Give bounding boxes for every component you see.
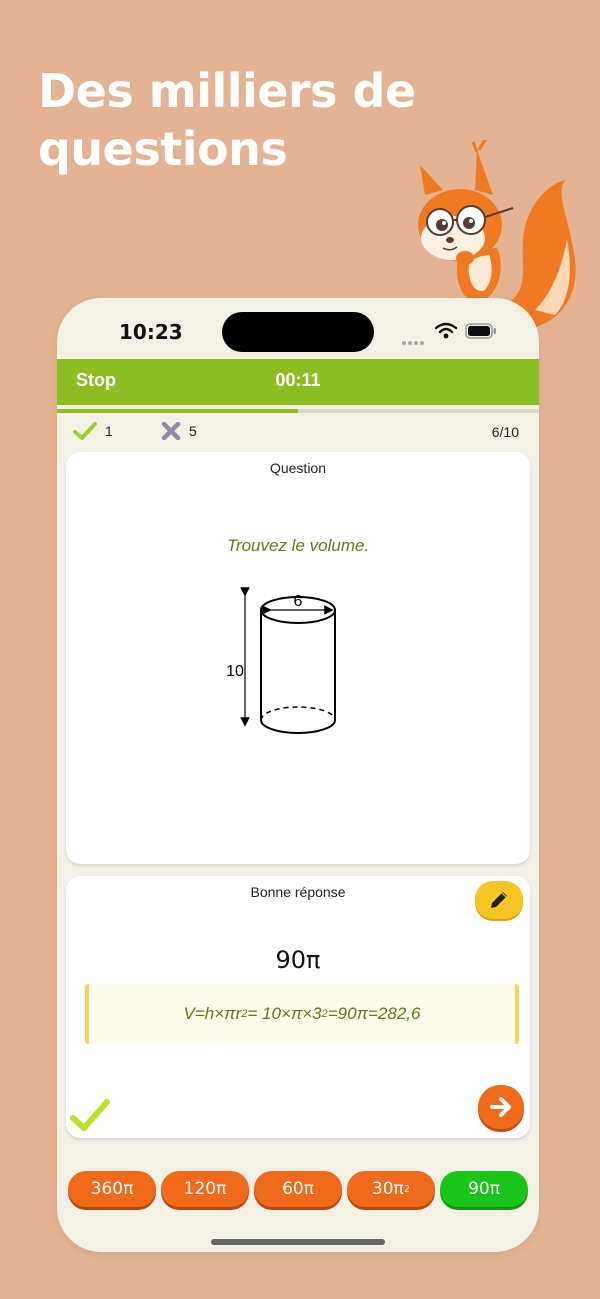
choice-exponent: 2 bbox=[403, 1183, 411, 1195]
phone-screen: 10:23 Stop 00:11 1 5 6/10 Question Trouv… bbox=[57, 298, 539, 1252]
headline-line-2: questions bbox=[38, 122, 288, 176]
correct-answer: 90π bbox=[275, 946, 321, 974]
height-label: 10 bbox=[226, 663, 244, 680]
question-prompt: Trouvez le volume. bbox=[226, 536, 370, 555]
choice-label: 90π bbox=[468, 1179, 500, 1199]
solution-formula: V=h×πr 2 = 10×π×3 2 =90π=282,6 bbox=[85, 984, 519, 1044]
home-indicator[interactable] bbox=[211, 1239, 385, 1245]
wrong-score: 5 bbox=[161, 422, 197, 440]
choice-button[interactable]: 60π bbox=[254, 1171, 342, 1207]
progress-fill bbox=[57, 409, 298, 413]
answer-choices: 360π 120π 60π 30π 2 90π bbox=[67, 1171, 531, 1207]
correct-score: 1 bbox=[73, 422, 113, 440]
progress-bar bbox=[57, 409, 539, 413]
edit-button[interactable] bbox=[475, 881, 523, 919]
arrow-right-icon bbox=[490, 1097, 511, 1117]
choice-button-correct[interactable]: 90π bbox=[440, 1171, 528, 1207]
check-icon bbox=[73, 422, 97, 440]
correct-count: 1 bbox=[105, 423, 113, 439]
choice-label: 60π bbox=[282, 1179, 314, 1199]
score-row: 1 5 6/10 bbox=[57, 418, 539, 448]
next-button[interactable] bbox=[478, 1085, 524, 1129]
signal-icon bbox=[402, 330, 430, 345]
cylinder-figure: 6 10 bbox=[226, 587, 336, 734]
answer-title: Bonne réponse bbox=[250, 884, 346, 900]
headline-line-1: Des milliers de bbox=[38, 64, 416, 118]
pencil-icon bbox=[491, 892, 507, 908]
dynamic-island bbox=[222, 312, 374, 352]
choice-label: 30π bbox=[371, 1179, 404, 1199]
diameter-label: 6 bbox=[294, 593, 303, 610]
wifi-icon bbox=[435, 322, 457, 339]
formula-part-1: V=h×πr bbox=[183, 1004, 242, 1023]
choice-button[interactable]: 30π 2 bbox=[347, 1171, 435, 1207]
headline: Des milliers de questions bbox=[38, 62, 458, 178]
check-icon bbox=[70, 1099, 110, 1131]
quiz-header: Stop 00:11 bbox=[57, 359, 539, 405]
cross-icon bbox=[161, 422, 181, 440]
choice-label: 120π bbox=[183, 1179, 227, 1199]
choice-button[interactable]: 120π bbox=[161, 1171, 249, 1207]
status-time: 10:23 bbox=[119, 320, 183, 344]
question-counter: 6/10 bbox=[491, 424, 519, 440]
question-title: Question bbox=[269, 460, 327, 476]
wrong-count: 5 bbox=[189, 423, 197, 439]
choice-button[interactable]: 360π bbox=[68, 1171, 156, 1207]
formula-part-3: =90π=282,6 bbox=[327, 1004, 421, 1023]
choice-label: 360π bbox=[90, 1179, 134, 1199]
timer: 00:11 bbox=[275, 370, 321, 390]
formula-part-2: = 10×π×3 bbox=[247, 1004, 322, 1023]
battery-icon bbox=[465, 323, 496, 339]
answer-card: Bonne réponse 90π V=h×πr 2 = 10×π×3 2 =90π=… bbox=[66, 876, 530, 1138]
question-card: Question Trouvez le volume. 6 10 bbox=[66, 452, 530, 864]
